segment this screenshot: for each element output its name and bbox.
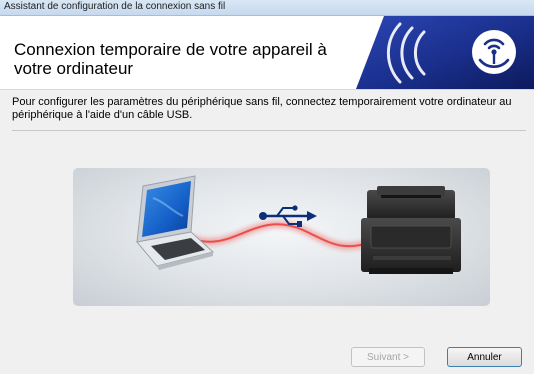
usb-connection-illustration <box>73 168 490 306</box>
instructions-text: Pour configurer les paramètres du périph… <box>12 96 512 121</box>
usb-cable <box>183 220 385 250</box>
laptop-icon <box>136 175 215 270</box>
window-title: Assistant de configuration de la connexi… <box>4 1 226 12</box>
page-title: Connexion temporaire de votre appareil à… <box>14 40 327 78</box>
title-bar: Assistant de configuration de la connexi… <box>0 0 534 16</box>
cancel-button[interactable]: Annuler <box>447 347 522 367</box>
printer-icon <box>361 186 461 274</box>
wireless-signal-icon <box>472 30 516 74</box>
separator <box>12 130 526 131</box>
next-button[interactable]: Suivant > <box>351 347 425 367</box>
wizard-window: Assistant de configuration de la connexi… <box>0 0 534 374</box>
wireless-banner <box>356 16 534 89</box>
